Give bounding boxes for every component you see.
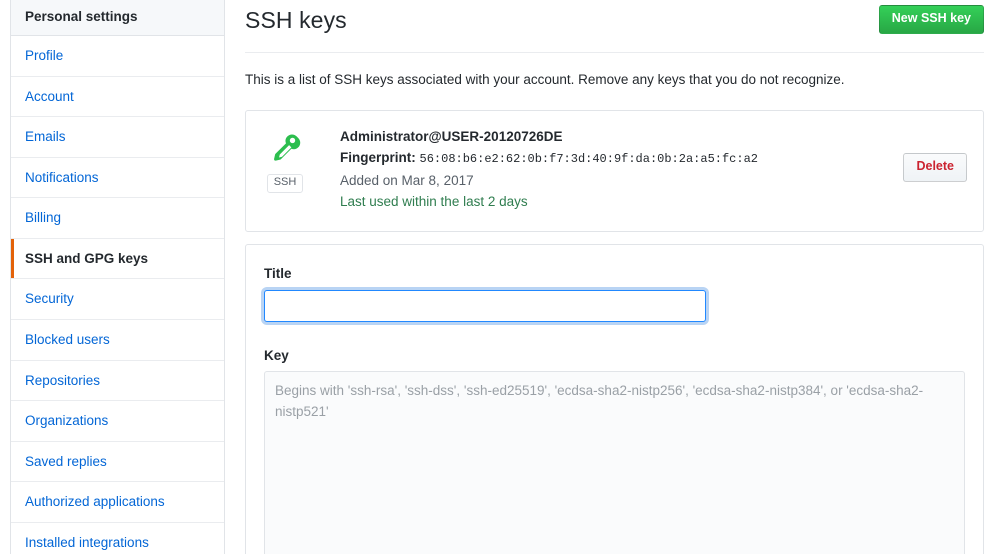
sidebar-item-blocked-users[interactable]: Blocked users xyxy=(11,320,224,361)
personal-settings-nav: Personal settings Profile Account Emails… xyxy=(10,0,225,554)
key-field-label: Key xyxy=(264,347,289,363)
new-ssh-key-button[interactable]: New SSH key xyxy=(878,5,984,34)
key-card-details: Administrator@USER-20120726DE Fingerprin… xyxy=(340,127,967,212)
sidebar-item-security[interactable]: Security xyxy=(11,279,224,321)
key-type-badge: SSH xyxy=(266,174,304,193)
title-field-label: Title xyxy=(264,266,292,282)
sidebar-item-account[interactable]: Account xyxy=(11,76,224,118)
sidebar-item-profile[interactable]: Profile xyxy=(11,36,224,77)
page-title: SSH keys xyxy=(245,7,347,33)
sidebar-item-saved-replies[interactable]: Saved replies xyxy=(11,441,224,483)
key-card-icon-group: SSH xyxy=(264,131,306,193)
ssh-key-card: SSH Administrator@USER-20120726DE Finger… xyxy=(245,110,984,233)
sidebar-item-ssh-and-gpg-keys[interactable]: SSH and GPG keys xyxy=(11,238,224,280)
page-header: SSH keys New SSH key xyxy=(245,0,984,53)
sidebar-item-repositories[interactable]: Repositories xyxy=(11,360,224,402)
key-title: Administrator@USER-20120726DE xyxy=(340,129,563,145)
sidebar-item-organizations[interactable]: Organizations xyxy=(11,401,224,442)
sidebar-header: Personal settings xyxy=(11,0,224,37)
fingerprint-label: Fingerprint: xyxy=(340,149,416,165)
key-added-date: Added on Mar 8, 2017 xyxy=(340,173,474,189)
key-textarea[interactable] xyxy=(264,371,965,554)
sidebar-item-installed-integrations[interactable]: Installed integrations xyxy=(11,522,224,554)
title-input[interactable] xyxy=(264,289,706,322)
new-ssh-key-form: Title Key xyxy=(245,244,984,554)
key-icon xyxy=(264,131,306,170)
settings-sidebar: Personal settings Profile Account Emails… xyxy=(10,0,225,554)
sidebar-item-emails[interactable]: Emails xyxy=(11,117,224,158)
fingerprint-value: 56:08:b6:e2:62:0b:f7:3d:40:9f:da:0b:2a:a… xyxy=(419,151,758,166)
sidebar-item-notifications[interactable]: Notifications xyxy=(11,157,224,199)
ssh-keys-settings-page: Personal settings Profile Account Emails… xyxy=(0,0,1008,554)
main-content: SSH keys New SSH key This is a list of S… xyxy=(245,0,984,554)
key-last-used: Last used within the last 2 days xyxy=(340,194,528,210)
page-description: This is a list of SSH keys associated wi… xyxy=(245,72,845,87)
sidebar-item-billing[interactable]: Billing xyxy=(11,198,224,239)
sidebar-item-authorized-applications[interactable]: Authorized applications xyxy=(11,482,224,523)
delete-key-button[interactable]: Delete xyxy=(903,153,967,182)
key-fingerprint: Fingerprint: 56:08:b6:e2:62:0b:f7:3d:40:… xyxy=(340,148,857,168)
